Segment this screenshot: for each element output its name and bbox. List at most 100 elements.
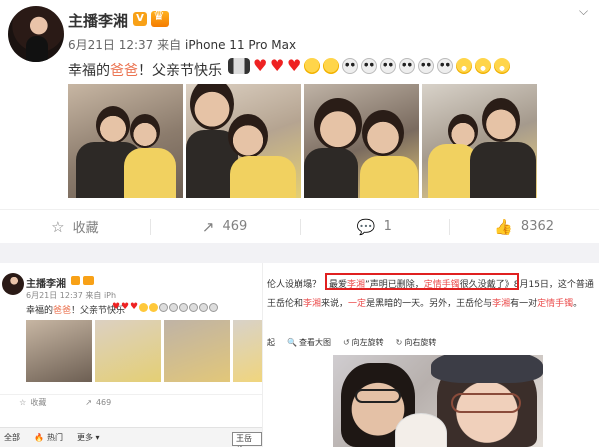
- news-article-screenshot: 伦人设崩塌？ 最爱李湘”声明已删除，定情手镯很久没戴了》8月15日，这个普通 王岳…: [262, 263, 599, 447]
- post-photo[interactable]: [68, 84, 183, 198]
- repost-count: 469: [95, 398, 112, 407]
- mini-post-screenshot: 主播李湘 6月21日 12:37 来自 iPh 幸福的爸爸！父亲节快乐 ♥ ♥ …: [0, 263, 262, 447]
- post-photo[interactable]: [26, 320, 92, 382]
- avatar[interactable]: [8, 6, 64, 62]
- rotate-left-button[interactable]: ↺ 向左旋转: [343, 337, 384, 348]
- post-text-part: 幸福的: [26, 306, 54, 316]
- comment-count: 1: [383, 219, 392, 234]
- heart-icon: ♥: [121, 302, 130, 312]
- rotate-right-icon: ↻: [395, 338, 403, 347]
- bottom-nav: 全部 🔥热门 更多 ▾ 王岳伦: [0, 427, 262, 447]
- kiss-face-icon: [139, 303, 148, 312]
- panda-icon: [380, 58, 396, 74]
- post-photo[interactable]: [304, 84, 419, 198]
- post-photo[interactable]: [95, 320, 161, 382]
- rotate-left-icon: ↺: [342, 338, 350, 347]
- body-keyword[interactable]: 李湘: [303, 299, 321, 309]
- post-meta: 6月21日 12:37 来自 iPh: [26, 291, 117, 300]
- post-photo[interactable]: [233, 320, 262, 382]
- news-photo[interactable]: [333, 355, 543, 447]
- search-icon: 🔍: [287, 338, 297, 347]
- post-photo[interactable]: [164, 320, 230, 382]
- rotate-right-button[interactable]: ↻ 向右旋转: [396, 337, 437, 348]
- search-tag[interactable]: 王岳伦: [232, 432, 262, 447]
- favorite-button[interactable]: ☆ 收藏: [0, 210, 150, 243]
- nav-more-label: 更多: [76, 433, 93, 442]
- star-icon: ☆: [19, 398, 27, 407]
- post-photo[interactable]: [422, 84, 537, 198]
- body-keyword[interactable]: 李湘: [492, 299, 510, 309]
- repost-button[interactable]: ↗ 469: [66, 395, 132, 410]
- weibo-post: 主播李湘 V ⌵ 6月21日 12:37 来自 iPhone 11 Pro Ma…: [0, 0, 599, 243]
- body-text: 来说，: [321, 299, 349, 309]
- heart-icon: ♥: [270, 56, 285, 75]
- emoji-row: ♥ ♥ ♥: [112, 303, 218, 312]
- user-name[interactable]: 主播李湘: [68, 10, 128, 31]
- post-text-part: 幸福的: [68, 63, 110, 79]
- verified-badge-icon: [71, 276, 80, 285]
- emoji-row: ♥ ♥ ♥: [228, 58, 510, 74]
- comment-button[interactable]: 💬 1: [299, 210, 450, 243]
- rotate-left-label: 向左旋转: [351, 338, 384, 347]
- section-divider: [0, 243, 599, 263]
- photo-glasses: [451, 393, 521, 413]
- chevron-down-icon[interactable]: ⌵: [579, 4, 588, 19]
- view-large-button[interactable]: 🔍 查看大图: [287, 337, 331, 348]
- post-date[interactable]: 6月21日 12:37: [68, 38, 153, 52]
- post-photo[interactable]: [186, 84, 301, 198]
- nav-all[interactable]: 全部: [4, 432, 20, 443]
- panda-icon: [437, 58, 453, 74]
- favorite-button[interactable]: ☆ 收藏: [0, 395, 66, 410]
- comment-icon: 💬: [356, 217, 376, 236]
- body-text: 。: [573, 299, 583, 309]
- rotate-right-label: 向右旋转: [404, 338, 437, 347]
- kiss-face-icon: [323, 58, 339, 74]
- photo-hat: [431, 355, 543, 383]
- avatar[interactable]: [2, 273, 24, 295]
- grin-face-icon: [494, 58, 510, 74]
- post-meta: 6月21日 12:37 来自 iPhone 11 Pro Max: [68, 36, 296, 53]
- thumbs-up-icon: 👍: [494, 217, 513, 236]
- heart-icon: ♥: [253, 56, 268, 75]
- highlight-box: [325, 273, 519, 290]
- repost-icon: ↗: [85, 398, 92, 407]
- panda-icon: [179, 303, 188, 312]
- source-prefix: 来自: [157, 38, 182, 52]
- heart-icon: ♥: [287, 56, 302, 75]
- body-text: 王岳伦和: [267, 299, 304, 309]
- news-body-line: 王岳伦和李湘来说，一定是黑暗的一天。另外，王岳伦与李湘有一对定情手镯。: [267, 296, 582, 309]
- crown-icon: [83, 276, 94, 285]
- crown-icon: [151, 9, 169, 27]
- favorite-label: 收藏: [30, 398, 47, 407]
- panda-icon: [189, 303, 198, 312]
- nav-hot[interactable]: 🔥 热门: [34, 432, 63, 443]
- like-button[interactable]: 👍 8362: [449, 210, 599, 243]
- panda-icon: [361, 58, 377, 74]
- nav-more[interactable]: 更多 ▾: [77, 432, 100, 443]
- nav-all-label: 全部: [4, 433, 20, 442]
- photo-baby-hat: [395, 413, 447, 447]
- body-keyword[interactable]: 一定: [348, 299, 366, 309]
- post-text-highlight[interactable]: 爸爸: [53, 306, 71, 316]
- family-emoji-icon: [228, 58, 250, 74]
- kiss-face-icon: [304, 58, 320, 74]
- body-keyword[interactable]: 定情手镯: [537, 299, 573, 309]
- panda-icon: [159, 303, 168, 312]
- repost-button[interactable]: ↗ 469: [149, 210, 300, 243]
- body-text: 是黑暗的一天。另外，王岳伦与: [366, 299, 493, 309]
- action-bar: ☆ 收藏 ↗ 469 💬 1 👍 8362: [0, 209, 599, 243]
- post-text-highlight[interactable]: 爸爸: [110, 63, 138, 79]
- body-text: 有一对: [510, 299, 538, 309]
- like-button[interactable]: [197, 395, 263, 410]
- collapse-button[interactable]: 起: [267, 337, 275, 348]
- verified-badge-icon: V: [133, 12, 147, 26]
- post-text: 幸福的爸爸！父亲节快乐: [26, 303, 125, 316]
- repost-count: 469: [222, 219, 248, 234]
- panda-icon: [399, 58, 415, 74]
- nav-hot-label: 热门: [46, 433, 63, 442]
- comment-button[interactable]: [131, 395, 197, 410]
- kiss-face-icon: [149, 303, 158, 312]
- user-name[interactable]: 主播李湘: [26, 275, 66, 290]
- photo-glasses: [355, 389, 401, 403]
- panda-icon: [418, 58, 434, 74]
